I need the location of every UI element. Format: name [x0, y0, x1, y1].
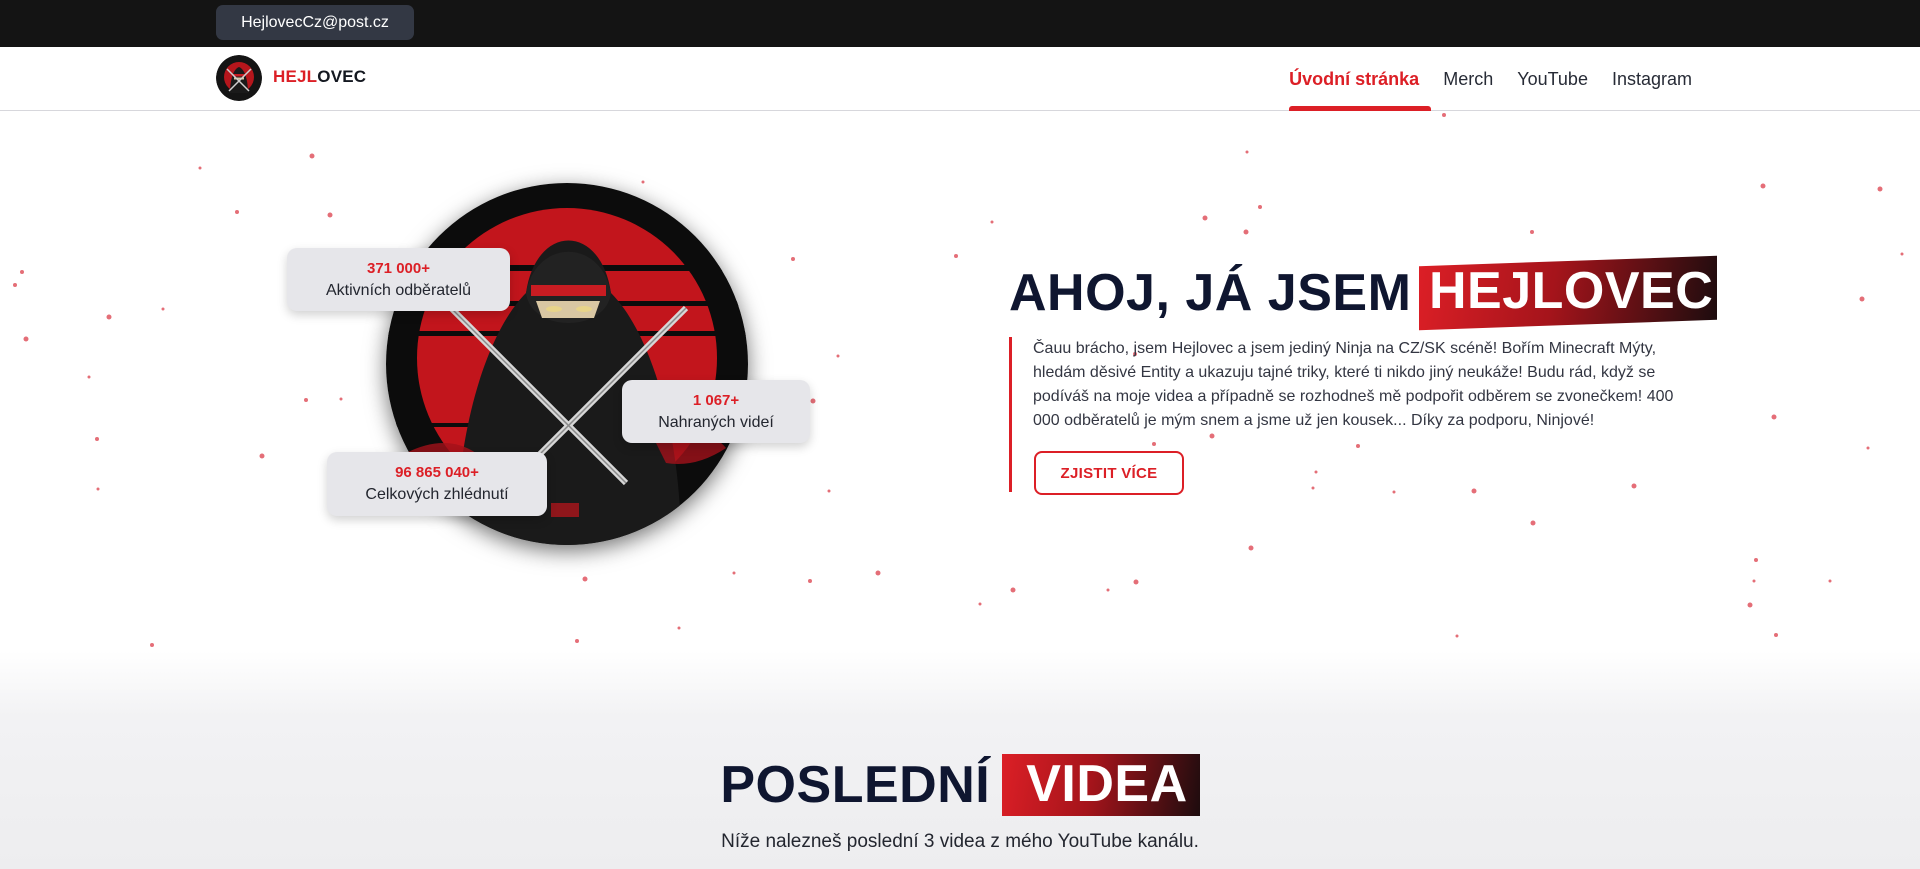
nav-link-youtube[interactable]: YouTube: [1505, 47, 1600, 111]
nav-link-instagram[interactable]: Instagram: [1600, 47, 1704, 111]
latest-videos-subtitle: Níže nalezneš poslední 3 videa z mého Yo…: [721, 831, 1199, 852]
hero-intro-block: Čauu brácho, jsem Hejlovec a jsem jediný…: [1009, 337, 1689, 495]
top-bar: HejlovecCz@post.cz: [0, 0, 1920, 47]
main-navbar: HEJLOVEC Úvodní stránka Merch YouTube In…: [0, 47, 1920, 111]
hero-title: AHOJ, JÁ JSEM HEJLOVEC: [1009, 255, 1718, 331]
logo-wordmark[interactable]: HEJLOVEC: [273, 67, 366, 87]
latest-videos-title: POSLEDNÍ VIDEA: [0, 754, 1920, 816]
hero-title-prefix: AHOJ, JÁ JSEM: [1009, 264, 1412, 322]
stat-views-label: Celkových zhlédnutí: [365, 486, 509, 503]
nav-link-merch[interactable]: Merch: [1431, 47, 1505, 111]
learn-more-button[interactable]: ZJISTIT VÍCE: [1034, 451, 1184, 495]
logo-wordmark-dark: OVEC: [317, 67, 367, 86]
nav-links: Úvodní stránka Merch YouTube Instagram: [1277, 47, 1704, 111]
stat-views-value: 96 865 040+: [395, 464, 479, 481]
email-contact-pill[interactable]: HejlovecCz@post.cz: [216, 5, 414, 40]
stat-card-subscribers: 371 000+ Aktivních odběratelů: [287, 248, 510, 311]
stat-card-videos: 1 067+ Nahraných videí: [622, 380, 810, 443]
hero-title-highlight: HEJLOVEC: [1419, 255, 1718, 331]
stat-subscribers-value: 371 000+: [367, 260, 430, 277]
stat-videos-label: Nahraných videí: [658, 414, 774, 431]
latest-videos-title-prefix: POSLEDNÍ: [720, 756, 991, 814]
hero-section: 371 000+ Aktivních odběratelů 1 067+ Nah…: [0, 111, 1920, 669]
latest-videos-section: POSLEDNÍ VIDEA Níže nalezneš poslední 3 …: [0, 651, 1920, 869]
hero-title-highlight-text: HEJLOVEC: [1429, 261, 1714, 320]
stat-subscribers-label: Aktivních odběratelů: [326, 282, 471, 299]
stat-card-views: 96 865 040+ Celkových zhlédnutí: [327, 452, 547, 516]
hero-intro-text: Čauu brácho, jsem Hejlovec a jsem jediný…: [1033, 340, 1674, 429]
logo-wordmark-red: HEJL: [273, 67, 318, 86]
logo-ninja-avatar-icon[interactable]: [216, 55, 262, 101]
stat-videos-value: 1 067+: [692, 392, 740, 409]
latest-videos-title-highlight: VIDEA: [1002, 754, 1200, 816]
nav-link-home[interactable]: Úvodní stránka: [1277, 47, 1432, 111]
